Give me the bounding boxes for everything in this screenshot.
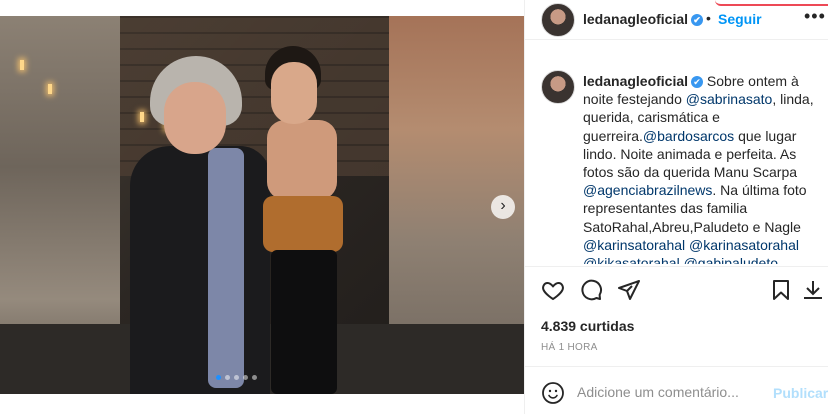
- mention-link[interactable]: @agenciabrazilnews: [583, 182, 712, 198]
- post-photo[interactable]: [0, 16, 524, 394]
- emoji-icon[interactable]: [541, 381, 565, 405]
- mention-link[interactable]: @kikasatorahal: [583, 255, 680, 264]
- publish-button[interactable]: Publicar: [773, 385, 828, 401]
- comment-input[interactable]: [577, 380, 767, 404]
- carousel-dots: [216, 375, 257, 380]
- comment-icon[interactable]: [577, 278, 605, 306]
- post-media: ›: [0, 0, 524, 414]
- post-sidebar: ledanagleoficial ✔ • Seguir ••• ledanagle…: [524, 0, 828, 414]
- follow-button[interactable]: Seguir: [718, 11, 762, 27]
- share-icon[interactable]: [615, 278, 643, 306]
- candle-light: [48, 84, 52, 94]
- person-right: [235, 46, 355, 394]
- chevron-right-icon[interactable]: ›: [491, 195, 515, 219]
- mention-link[interactable]: @karinsatorahal: [583, 237, 685, 253]
- avatar[interactable]: [541, 3, 575, 37]
- mention-link[interactable]: @sabrinasato: [686, 91, 773, 107]
- mention-link[interactable]: @gabipaludeto: [684, 255, 778, 264]
- bookmark-icon[interactable]: [767, 278, 795, 306]
- avatar[interactable]: [541, 70, 575, 104]
- header-username[interactable]: ledanagleoficial ✔: [583, 11, 704, 27]
- action-bar: [525, 272, 828, 312]
- download-icon[interactable]: [799, 278, 827, 306]
- heart-icon[interactable]: [539, 278, 567, 306]
- carousel-dot: [252, 375, 257, 380]
- comment-bar: Publicar: [525, 366, 828, 414]
- verified-badge-icon: ✔: [691, 14, 704, 27]
- caption: ledanagleoficial ✔ Sobre ontem à noite fe…: [525, 60, 828, 264]
- caption-username[interactable]: ledanagleoficial: [583, 73, 688, 89]
- more-options-icon[interactable]: •••: [804, 6, 826, 27]
- mention-link[interactable]: @karinasatorahal: [689, 237, 799, 253]
- caption-text: ledanagleoficial ✔ Sobre ontem à noite fe…: [583, 72, 819, 264]
- carousel-dot: [234, 375, 239, 380]
- carousel-dot: [243, 375, 248, 380]
- carousel-dot: [216, 375, 221, 380]
- post-header: ledanagleoficial ✔ • Seguir •••: [525, 0, 828, 40]
- like-count[interactable]: 4.839 curtidas: [541, 318, 634, 334]
- mention-link[interactable]: @bardosarcos: [643, 128, 734, 144]
- divider: [525, 266, 828, 267]
- verified-badge-icon: ✔: [691, 76, 704, 89]
- post-timestamp[interactable]: HÁ 1 HORA: [541, 342, 598, 353]
- candle-light: [20, 60, 24, 70]
- carousel-dot: [225, 375, 230, 380]
- separator: •: [706, 10, 711, 26]
- username-text[interactable]: ledanagleoficial: [583, 11, 688, 27]
